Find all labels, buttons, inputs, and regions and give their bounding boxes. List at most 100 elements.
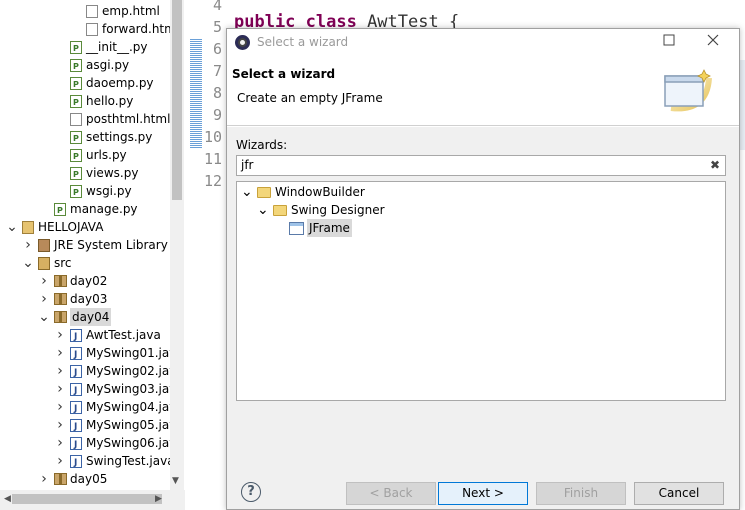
explorer-tree-item[interactable]: › MySwing05.jav <box>0 416 176 436</box>
finish-button[interactable]: Finish <box>536 482 626 505</box>
chevron-right-icon[interactable]: › <box>54 434 66 452</box>
wizard-tree-item[interactable]: ⌄ WindowBuilder <box>237 183 725 201</box>
tree-item-label: JRE System Library [ <box>54 238 177 252</box>
chevron-down-icon[interactable]: ⌄ <box>241 183 253 201</box>
wizard-banner-icon <box>664 69 712 112</box>
explorer-tree-item[interactable]: › MySwing02.jav <box>0 362 176 382</box>
library-icon <box>38 239 50 252</box>
line-number: 4 <box>212 0 222 14</box>
chevron-right-icon[interactable]: › <box>38 470 50 488</box>
python-file-icon <box>70 148 82 166</box>
chevron-down-icon[interactable]: ⌄ <box>257 201 269 219</box>
filter-text: jfr <box>241 158 254 172</box>
explorer-tree-item[interactable]: ⌄ src <box>0 254 170 272</box>
tree-item-label: AwtTest.java <box>86 328 161 342</box>
chevron-down-icon[interactable]: ⌄ <box>6 218 18 236</box>
explorer-tree-item[interactable]: › day02 <box>0 272 170 290</box>
explorer-tree-item[interactable]: settings.py <box>0 128 170 148</box>
chevron-right-icon[interactable]: › <box>22 236 34 254</box>
java-file-icon <box>70 346 82 364</box>
explorer-tree-item[interactable]: › day03 <box>0 290 170 308</box>
chevron-right-icon[interactable]: › <box>38 272 50 290</box>
tree-item-label: emp.html <box>102 4 160 18</box>
tree-item-label: __init__.py <box>86 40 148 54</box>
tree-item-label: SwingTest.java <box>86 454 175 468</box>
java-file-icon <box>70 436 82 454</box>
chevron-right-icon[interactable]: › <box>54 380 66 398</box>
explorer-tree-item[interactable]: urls.py <box>0 146 170 166</box>
python-file-icon <box>54 202 66 220</box>
chevron-right-icon[interactable]: › <box>54 326 66 344</box>
explorer-tree-item[interactable]: › MySwing04.jav <box>0 398 176 418</box>
chevron-right-icon[interactable]: › <box>54 344 66 362</box>
cancel-button[interactable]: Cancel <box>634 482 724 505</box>
explorer-tree-item[interactable]: › MySwing06.jav <box>0 434 176 454</box>
explorer-tree-item[interactable]: › JRE System Library [ <box>0 236 176 254</box>
tree-item-label: day02 <box>70 274 108 288</box>
html-file-icon <box>70 113 82 126</box>
dialog-footer: ? < Back Next > Finish Cancel <box>227 465 739 509</box>
clear-filter-icon[interactable]: ✖ <box>710 156 720 175</box>
maximize-button[interactable] <box>657 32 681 52</box>
scroll-right-arrow-icon[interactable]: ▶ <box>155 494 162 504</box>
wizard-tree-item-label: WindowBuilder <box>275 185 365 199</box>
explorer-tree-item[interactable]: daoemp.py <box>0 74 170 94</box>
header-title: Select a wizard <box>232 67 336 81</box>
explorer-tree-item[interactable]: emp.html <box>0 2 170 20</box>
explorer-tree-item[interactable]: › MySwing01.jav <box>0 344 176 364</box>
jframe-icon <box>289 222 304 235</box>
back-button[interactable]: < Back <box>346 482 436 505</box>
chevron-down-icon[interactable]: ⌄ <box>38 308 50 326</box>
explorer-tree-item[interactable]: manage.py <box>0 200 170 220</box>
explorer-tree-item[interactable]: hello.py <box>0 92 170 112</box>
line-number: 11 <box>204 150 223 168</box>
explorer-horizontal-scroll-thumb[interactable] <box>12 494 162 504</box>
wizard-filter-input[interactable]: jfr ✖ <box>236 155 726 176</box>
chevron-right-icon[interactable]: › <box>54 362 66 380</box>
tree-item-label: MySwing04.jav <box>86 400 177 414</box>
explorer-tree-item[interactable]: posthtml.html <box>0 110 170 128</box>
tree-item-label: MySwing02.jav <box>86 364 177 378</box>
explorer-tree-item[interactable]: › day05 <box>0 470 170 488</box>
wizard-tree-item[interactable]: JFrame <box>237 219 725 237</box>
explorer-tree-item[interactable]: asgi.py <box>0 56 170 76</box>
dialog-titlebar[interactable]: Select a wizard <box>227 29 739 56</box>
wizard-tree[interactable]: ⌄ WindowBuilder ⌄ Swing Designer JFrame <box>236 181 726 401</box>
tree-item-label: src <box>54 256 72 270</box>
chevron-right-icon[interactable]: › <box>54 398 66 416</box>
explorer-tree-item[interactable]: ⌄ HELLOJAVA <box>0 218 170 236</box>
chevron-down-icon[interactable]: ⌄ <box>22 254 34 272</box>
help-button[interactable]: ? <box>241 482 261 502</box>
explorer-vertical-scroll-thumb[interactable] <box>172 0 182 200</box>
wizard-tree-item-label: Swing Designer <box>291 203 385 217</box>
close-button[interactable] <box>701 32 725 52</box>
scroll-down-arrow-icon[interactable]: ▼ <box>172 476 179 486</box>
wizard-tree-item-label: JFrame <box>307 219 352 237</box>
explorer-tree-item[interactable]: __init__.py <box>0 38 170 58</box>
explorer-tree-item[interactable]: forward.html <box>0 20 179 38</box>
html-file-icon <box>86 5 98 18</box>
line-number: 10 <box>204 128 223 146</box>
explorer-tree-item[interactable]: wsgi.py <box>0 182 170 202</box>
chevron-right-icon[interactable]: › <box>38 290 50 308</box>
package-explorer: emp.html forward.html __init__.py asgi.py da… <box>0 0 185 510</box>
tree-item-label: HELLOJAVA <box>38 220 104 234</box>
java-file-icon <box>70 400 82 418</box>
new-wizard-dialog: Select a wizard Select a wizard Create a… <box>226 28 740 510</box>
chevron-right-icon[interactable]: › <box>54 452 66 470</box>
explorer-tree-item[interactable]: › MySwing03.jav <box>0 380 176 400</box>
python-file-icon <box>70 76 82 94</box>
explorer-tree-item[interactable]: views.py <box>0 164 170 184</box>
line-number: 9 <box>212 106 222 124</box>
explorer-tree-item[interactable]: › SwingTest.java <box>0 452 174 472</box>
scroll-left-arrow-icon[interactable]: ◀ <box>4 494 11 504</box>
eclipse-icon <box>235 35 250 50</box>
chevron-right-icon[interactable]: › <box>54 416 66 434</box>
tree-item-label: views.py <box>86 166 139 180</box>
tree-item-label: hello.py <box>86 94 134 108</box>
explorer-tree-item[interactable]: ⌄ day04 <box>0 308 170 326</box>
next-button[interactable]: Next > <box>438 482 528 505</box>
wizard-tree-item[interactable]: ⌄ Swing Designer <box>237 201 725 219</box>
explorer-tree-item[interactable]: › AwtTest.java <box>0 326 170 346</box>
html-file-icon <box>86 23 98 36</box>
